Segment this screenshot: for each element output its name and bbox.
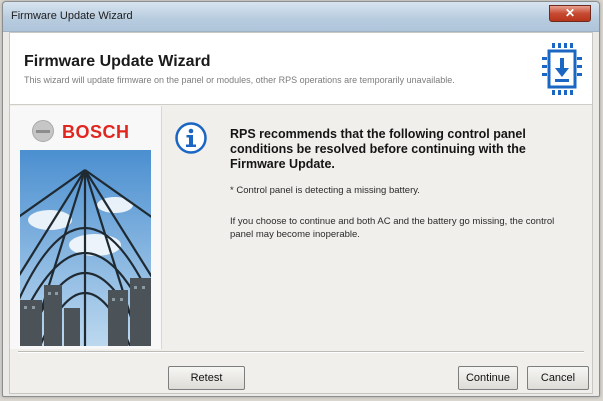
title-bar[interactable]: Firmware Update Wizard ✕	[3, 2, 599, 32]
window-title: Firmware Update Wizard	[11, 10, 133, 22]
wizard-window: Firmware Update Wizard ✕ Firmware Update…	[2, 1, 600, 397]
continue-button[interactable]: Continue	[458, 366, 518, 390]
footer-divider	[18, 351, 584, 353]
brand-panel: BOSCH	[10, 106, 162, 349]
close-button[interactable]: ✕	[549, 5, 591, 22]
chip-download-icon	[542, 43, 582, 95]
bosch-armature-icon	[32, 120, 54, 142]
wizard-header: Firmware Update Wizard This wizard will …	[10, 33, 592, 105]
condition-item: * Control panel is detecting a missing b…	[230, 185, 420, 196]
cancel-button[interactable]: Cancel	[527, 366, 589, 390]
dome-architecture-image	[20, 150, 151, 346]
message-headline: RPS recommends that the following contro…	[230, 127, 526, 171]
info-icon	[175, 122, 207, 154]
page-subtitle: This wizard will update firmware on the …	[24, 75, 455, 85]
page-title: Firmware Update Wizard	[24, 53, 211, 70]
warning-text: If you choose to continue and both AC an…	[230, 216, 555, 240]
brand-name: BOSCH	[62, 122, 130, 142]
retest-button[interactable]: Retest	[168, 366, 245, 390]
close-icon: ✕	[564, 6, 576, 20]
wizard-body: Firmware Update Wizard This wizard will …	[9, 32, 593, 394]
